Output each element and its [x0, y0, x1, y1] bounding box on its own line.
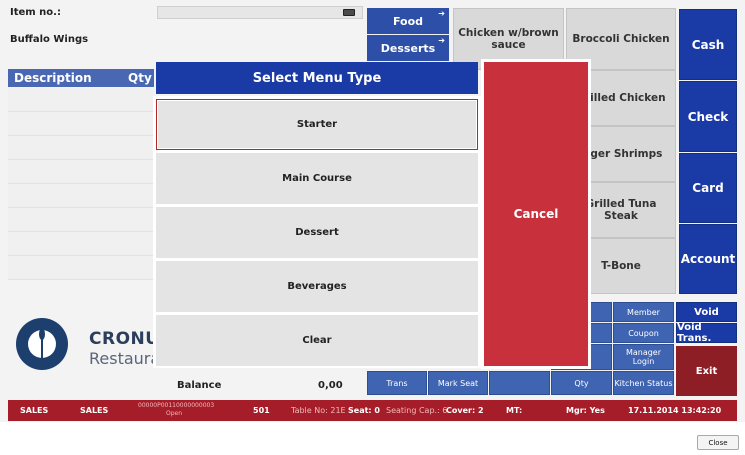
- cancel-button[interactable]: Cancel: [484, 62, 588, 366]
- cash-button[interactable]: Cash: [679, 9, 737, 80]
- item-no-label: Item no.:: [10, 7, 61, 18]
- small-button[interactable]: [489, 371, 550, 395]
- status-trans-no: 00000P00110000000003: [138, 402, 215, 409]
- cronus-logo: [16, 318, 68, 370]
- balance-value: 0,00: [318, 380, 343, 391]
- order-line[interactable]: [8, 256, 154, 280]
- status-seating-cap: Seating Cap.: 6: [386, 406, 448, 415]
- menu-type-starter[interactable]: Starter: [156, 99, 478, 150]
- balance-label: Balance: [177, 380, 222, 391]
- qty-button[interactable]: Qty: [551, 371, 612, 395]
- exit-button[interactable]: Exit: [676, 346, 737, 396]
- spoon-icon: [39, 328, 45, 360]
- status-datetime: 17.11.2014 13:42:20: [628, 406, 722, 415]
- trans-button[interactable]: Trans: [367, 371, 427, 395]
- status-mt: MT:: [506, 406, 523, 415]
- status-bar: SALES SALES 00000P00110000000003 Open 50…: [8, 400, 737, 421]
- arrow-right-icon: ➔: [438, 9, 445, 18]
- order-line[interactable]: [8, 88, 154, 112]
- status-sales-1: SALES: [20, 406, 49, 415]
- arrow-right-icon: ➔: [438, 36, 445, 45]
- item-name: Buffalo Wings: [10, 34, 89, 45]
- description-header: Description Qty: [8, 69, 154, 87]
- close-button[interactable]: Close: [697, 435, 739, 450]
- coupon-button[interactable]: Coupon: [613, 323, 674, 343]
- check-button[interactable]: Check: [679, 81, 737, 152]
- item-no-field[interactable]: [157, 6, 363, 19]
- order-line[interactable]: [8, 112, 154, 136]
- order-line[interactable]: [8, 160, 154, 184]
- status-cover: Cover: 2: [446, 406, 484, 415]
- void-button[interactable]: Void: [676, 302, 737, 322]
- mark-seat-button[interactable]: Mark Seat: [428, 371, 488, 395]
- category-food-button[interactable]: Food ➔: [367, 8, 449, 34]
- member-button[interactable]: Member: [613, 302, 674, 322]
- category-desserts-label: Desserts: [380, 41, 436, 55]
- menu-type-clear[interactable]: Clear: [156, 315, 478, 366]
- modal-title: Select Menu Type: [156, 62, 478, 94]
- status-seat: Seat: 0: [348, 406, 380, 415]
- status-mgr: Mgr: Yes: [566, 406, 605, 415]
- account-button[interactable]: Account: [679, 224, 737, 294]
- void-trans-button[interactable]: Void Trans.: [676, 322, 737, 344]
- category-food-label: Food: [392, 14, 424, 28]
- keyboard-icon[interactable]: [343, 9, 355, 16]
- kitchen-status-button[interactable]: Kitchen Status: [613, 371, 674, 395]
- order-line[interactable]: [8, 232, 154, 256]
- order-line[interactable]: [8, 208, 154, 232]
- status-terminal: 501: [253, 406, 270, 415]
- category-desserts-button[interactable]: Desserts ➔: [367, 35, 449, 61]
- order-line[interactable]: [8, 184, 154, 208]
- menu-type-main-course[interactable]: Main Course: [156, 153, 478, 204]
- status-table: Table No: 21E: [291, 406, 346, 415]
- description-col-label: Description: [14, 71, 92, 85]
- menu-type-beverages[interactable]: Beverages: [156, 261, 478, 312]
- order-line[interactable]: [8, 136, 154, 160]
- manager-login-button[interactable]: Manager Login: [613, 344, 674, 370]
- card-button[interactable]: Card: [679, 153, 737, 223]
- pos-screen: Item no.: Buffalo Wings Description Qty …: [0, 0, 745, 422]
- menu-type-dessert[interactable]: Dessert: [156, 207, 478, 258]
- status-sales-2: SALES: [80, 406, 109, 415]
- status-trans-state: Open: [166, 410, 183, 417]
- qty-col-label: Qty: [128, 71, 152, 85]
